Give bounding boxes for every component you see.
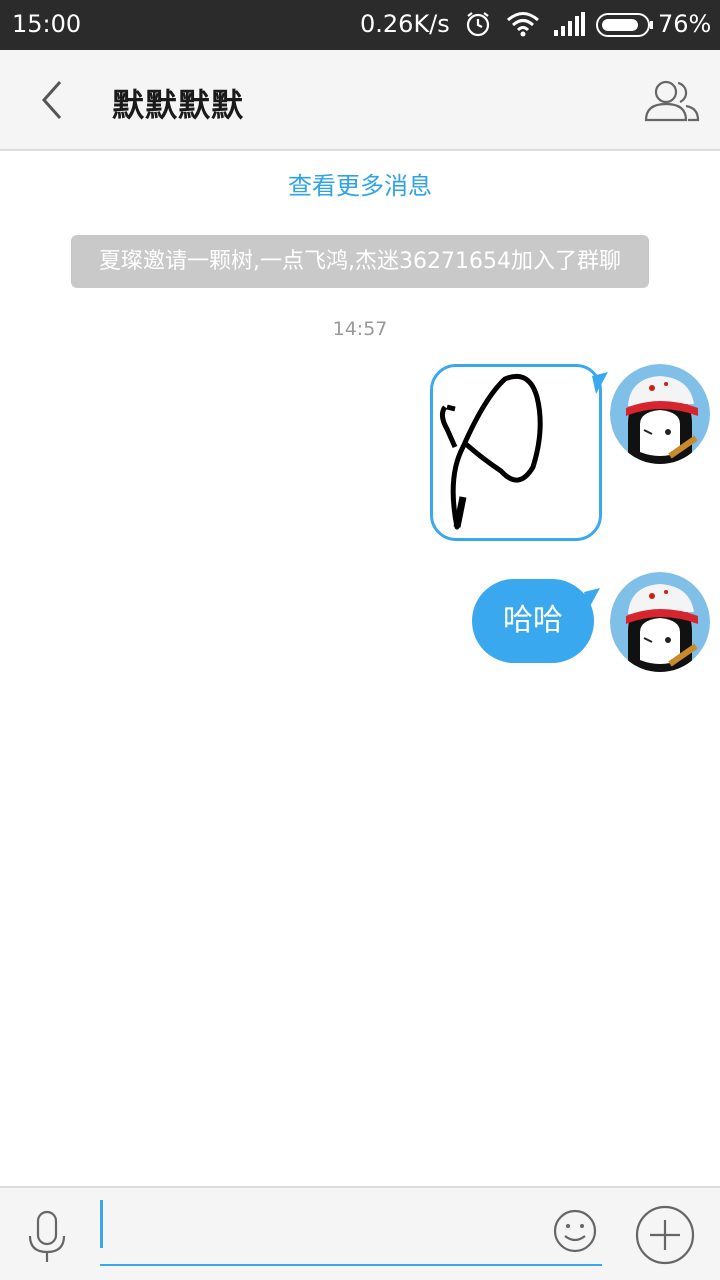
status-time: 15:00 (12, 10, 82, 38)
wifi-icon (507, 12, 539, 37)
handwritten-drawing (439, 373, 543, 530)
voice-button[interactable] (24, 1208, 70, 1266)
avatar-cartoon-icon (610, 364, 710, 464)
status-bar: 15:00 0.26K/s 76% (0, 0, 720, 50)
chevron-left-icon (41, 81, 62, 119)
chat-title: 默默默默 (112, 86, 245, 124)
microphone-icon (28, 1210, 66, 1262)
message-text: 哈哈 (503, 603, 563, 638)
bubble-tail (592, 372, 608, 394)
battery-icon (596, 13, 653, 37)
system-notice: 夏璨邀请一颗树,一点飞鸿,杰迷36271654加入了群聊 (71, 235, 649, 288)
group-members-button[interactable] (640, 76, 704, 128)
battery-percent: 76% (658, 10, 712, 38)
group-members-icon (644, 80, 700, 122)
text-message-bubble[interactable]: 哈哈 (472, 579, 594, 663)
text-cursor (100, 1200, 103, 1248)
back-button[interactable] (26, 72, 82, 128)
signal-icon (554, 12, 585, 36)
message-input-bar (0, 1186, 720, 1280)
chat-header: 默默默默 (0, 50, 720, 151)
image-message-bubble[interactable] (430, 364, 602, 541)
emoji-button[interactable] (552, 1208, 598, 1254)
plus-circle-icon (635, 1205, 695, 1265)
bubble-tail (584, 588, 600, 610)
smiley-icon (553, 1209, 597, 1253)
alarm-icon (466, 12, 490, 37)
avatar[interactable] (610, 364, 710, 464)
network-speed: 0.26K/s (360, 10, 450, 38)
avatar-cartoon-icon (610, 572, 710, 672)
message-input[interactable] (100, 1196, 602, 1266)
avatar[interactable] (610, 572, 710, 672)
more-options-button[interactable] (634, 1204, 696, 1266)
view-more-messages-link[interactable]: 查看更多消息 (0, 166, 720, 201)
message-timestamp: 14:57 (332, 318, 388, 340)
